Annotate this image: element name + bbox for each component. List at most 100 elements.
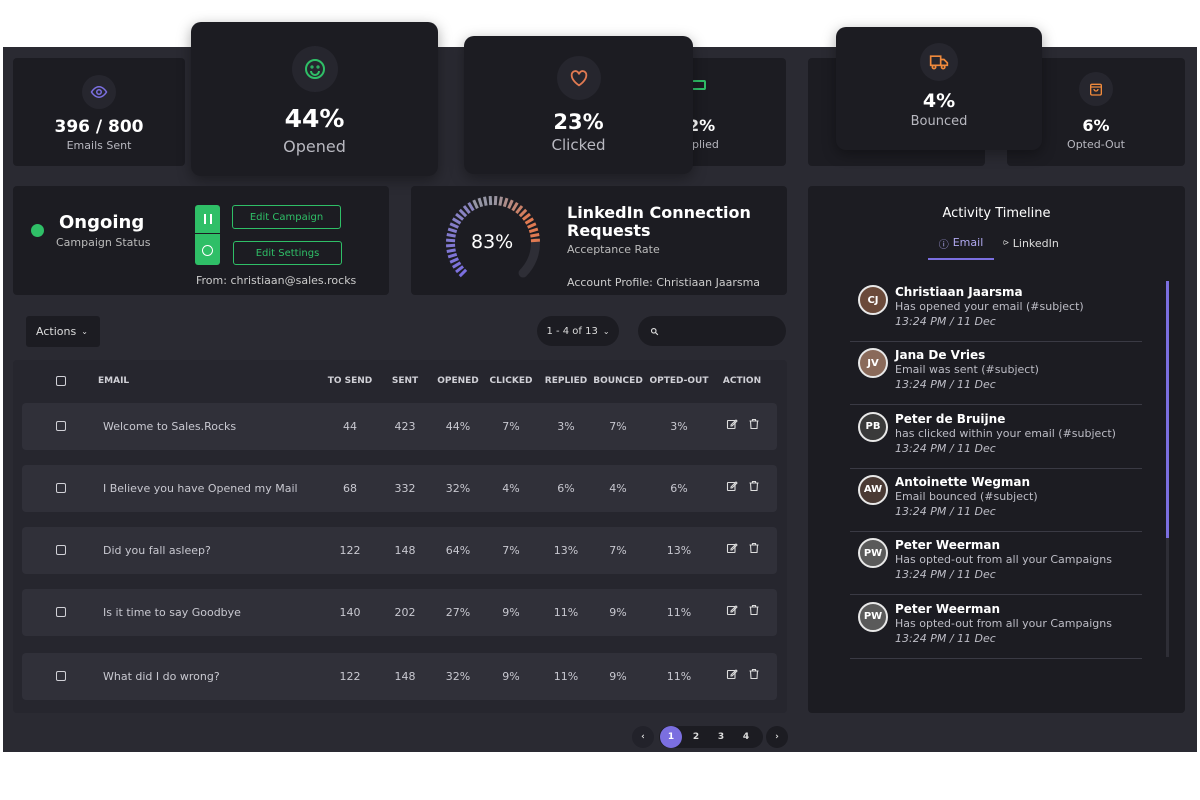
account-profile: Account Profile: Christiaan Jaarsma xyxy=(567,276,761,289)
actions-dropdown[interactable]: Actions ⌄ xyxy=(26,316,100,347)
timeline-item[interactable]: AW Antoinette Wegman Email bounced (#sub… xyxy=(850,469,1142,532)
column-header[interactable]: SENT xyxy=(392,376,418,386)
timeline-scrollbar[interactable] xyxy=(1166,281,1169,657)
column-header[interactable]: OPENED xyxy=(437,376,479,386)
linkedin-card: 83% LinkedIn Connection Requests Accepta… xyxy=(411,186,787,295)
edit-icon[interactable] xyxy=(726,480,738,492)
edit-icon[interactable] xyxy=(726,542,738,554)
pause-stop-control xyxy=(195,205,220,265)
gauge-tick xyxy=(527,222,537,229)
timeline-item[interactable]: PW Peter Weerman Has opted-out from all … xyxy=(850,596,1142,659)
column-header[interactable]: REPLIED xyxy=(545,376,587,386)
timeline-item[interactable]: CJ Christiaan Jaarsma Has opened your em… xyxy=(850,279,1142,342)
edit-settings-button[interactable]: Edit Settings xyxy=(233,241,342,265)
trash-icon[interactable] xyxy=(748,668,760,680)
tab-linkedin[interactable]: ⪧ LinkedIn xyxy=(996,237,1066,259)
edit-icon[interactable] xyxy=(726,668,738,680)
activity-time: 13:24 PM / 11 Dec xyxy=(895,568,996,582)
gauge-tick xyxy=(462,205,471,215)
linkedin-subtitle: Acceptance Rate xyxy=(567,243,660,256)
search-icon xyxy=(650,327,659,336)
page-button[interactable]: 1 xyxy=(660,726,682,748)
activity-time: 13:24 PM / 11 Dec xyxy=(895,504,996,518)
page-button[interactable]: 3 xyxy=(710,726,732,748)
email-subject[interactable]: Did you fall asleep? xyxy=(103,544,211,557)
activity-time: 13:24 PM / 11 Dec xyxy=(895,315,996,328)
trash-icon[interactable] xyxy=(748,418,760,430)
page-button[interactable]: 2 xyxy=(685,726,707,748)
stat-card-opened: 44% Opened xyxy=(191,22,438,176)
next-page-button[interactable]: › xyxy=(766,726,788,748)
column-header[interactable]: OPTED-OUT xyxy=(649,376,708,386)
edit-campaign-button[interactable]: Edit Campaign xyxy=(232,205,341,229)
contact-name: Christiaan Jaarsma xyxy=(895,285,1023,299)
gauge-tick xyxy=(530,238,541,243)
campaign-status: Ongoing xyxy=(59,212,145,233)
gauge-tick xyxy=(502,197,509,208)
column-header[interactable]: TO SEND xyxy=(328,376,373,386)
gauge-tick xyxy=(518,208,528,218)
column-header[interactable]: ACTION xyxy=(723,376,761,386)
table-row[interactable]: Did you fall asleep? 122 148 64% 7% 13% 7% 13% xyxy=(22,527,777,574)
row-checkbox[interactable] xyxy=(56,483,66,493)
edit-icon[interactable] xyxy=(726,418,738,430)
edit-icon[interactable] xyxy=(726,604,738,616)
gauge-tick xyxy=(498,196,503,206)
stat-label: Emails Sent xyxy=(66,139,132,152)
avatar: CJ xyxy=(858,285,888,315)
smiley-icon xyxy=(291,46,338,92)
email-subject[interactable]: I Believe you have Opened my Mail xyxy=(103,482,298,495)
gauge-tick xyxy=(458,268,468,278)
gauge-tick xyxy=(524,217,534,225)
select-all-checkbox[interactable] xyxy=(56,376,66,386)
table-row[interactable]: I Believe you have Opened my Mail 68 332 32… xyxy=(22,465,777,512)
stop-button[interactable] xyxy=(195,235,220,265)
prev-page-button[interactable]: ‹ xyxy=(632,726,654,748)
search-field[interactable] xyxy=(638,316,786,346)
search-input[interactable] xyxy=(664,321,776,341)
gauge-tick xyxy=(445,238,456,243)
table-row[interactable]: Welcome to Sales.Rocks 44 423 44% 7% 3% 7% 3% xyxy=(22,403,777,450)
page-button[interactable]: 4 xyxy=(735,726,757,748)
cell-value: 3% xyxy=(557,420,575,433)
stat-card-bounced: 4% Bounced xyxy=(836,27,1042,150)
chevron-down-icon: ⌄ xyxy=(81,327,88,336)
tab-email[interactable]: ⓘ Email xyxy=(928,236,994,260)
email-subject[interactable]: Is it time to say Goodbye xyxy=(103,606,241,619)
trash-icon[interactable] xyxy=(748,604,760,616)
timeline-item[interactable]: PB Peter de Bruijne has clicked within y… xyxy=(850,406,1142,469)
info-icon: ⓘ xyxy=(938,240,949,251)
row-checkbox[interactable] xyxy=(56,421,66,431)
gauge-tick xyxy=(530,233,540,238)
stat-value: 396 / 800 xyxy=(54,117,144,137)
pause-button[interactable] xyxy=(195,205,220,234)
table-row[interactable]: What did I do wrong? 122 148 32% 9% 11% 9% 11% xyxy=(22,653,777,700)
cell-value: 68 xyxy=(343,482,357,495)
page-range-select[interactable]: 1 - 4 of 13 ⌄ xyxy=(537,316,619,346)
cell-value: 7% xyxy=(502,544,520,557)
column-header[interactable]: BOUNCED xyxy=(593,376,643,386)
timeline-item[interactable]: JV Jana De Vries Email was sent (#subjec… xyxy=(850,342,1142,406)
scrollbar-thumb[interactable] xyxy=(1166,281,1169,538)
row-checkbox[interactable] xyxy=(56,671,66,681)
stat-value: 23% xyxy=(553,110,604,134)
cell-value: 11% xyxy=(553,606,579,619)
email-subject[interactable]: Welcome to Sales.Rocks xyxy=(103,420,236,433)
from-address: From: christiaan@sales.rocks xyxy=(196,274,357,287)
trash-icon[interactable] xyxy=(748,542,760,554)
cell-value: 11% xyxy=(666,670,692,683)
table-row[interactable]: Is it time to say Goodbye 140 202 27% 9% 11% 9… xyxy=(22,589,777,636)
column-header[interactable]: CLICKED xyxy=(490,376,533,386)
email-subject[interactable]: What did I do wrong? xyxy=(103,670,220,683)
column-header[interactable]: EMAIL xyxy=(98,376,129,386)
row-checkbox[interactable] xyxy=(56,545,66,555)
row-checkbox[interactable] xyxy=(56,607,66,617)
trash-icon[interactable] xyxy=(748,480,760,492)
gauge-tick xyxy=(472,199,479,209)
contact-name: Peter Weerman xyxy=(895,601,1001,616)
cell-value: 423 xyxy=(394,420,416,433)
gauge-tick xyxy=(483,196,488,206)
truck-icon xyxy=(920,43,958,81)
pause-icon xyxy=(203,214,212,224)
timeline-item[interactable]: PW Peter Weerman Has opted-out from all … xyxy=(850,532,1142,596)
